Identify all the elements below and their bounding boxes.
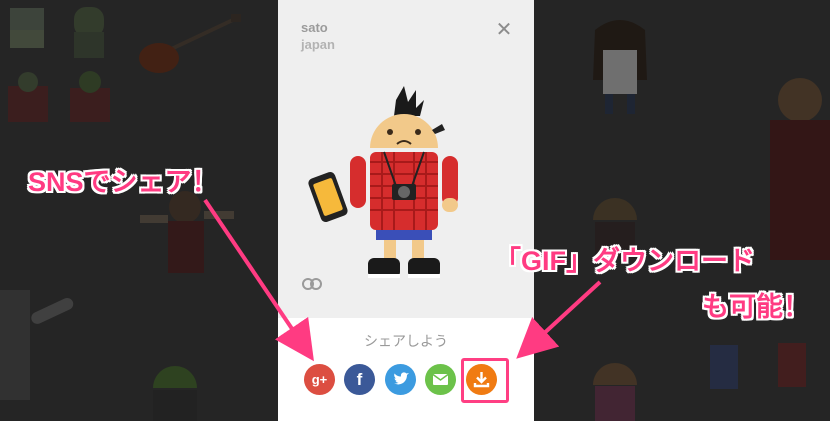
facebook-button[interactable]: f (344, 364, 375, 395)
avatar-modal: sato japan ✕ シェアしよう g+ f (278, 0, 534, 421)
mail-icon (432, 373, 449, 385)
twitter-icon (394, 372, 409, 385)
link-icon[interactable] (301, 277, 323, 291)
user-country: japan (301, 37, 335, 52)
annotation-gif-download: 「GIF」ダウンロード (494, 246, 756, 277)
annotation-also-possible: も可能！ (702, 292, 811, 323)
twitter-button[interactable] (385, 364, 416, 395)
download-highlight-box (461, 358, 509, 403)
share-label: シェアしよう (364, 334, 448, 350)
google-plus-button[interactable]: g+ (304, 364, 335, 395)
mail-button[interactable] (425, 364, 456, 395)
close-button[interactable]: ✕ (494, 19, 514, 39)
android-avatar (308, 86, 458, 278)
annotation-sns-share: SNSでシェア！ (28, 167, 219, 198)
user-name: sato (301, 20, 328, 35)
